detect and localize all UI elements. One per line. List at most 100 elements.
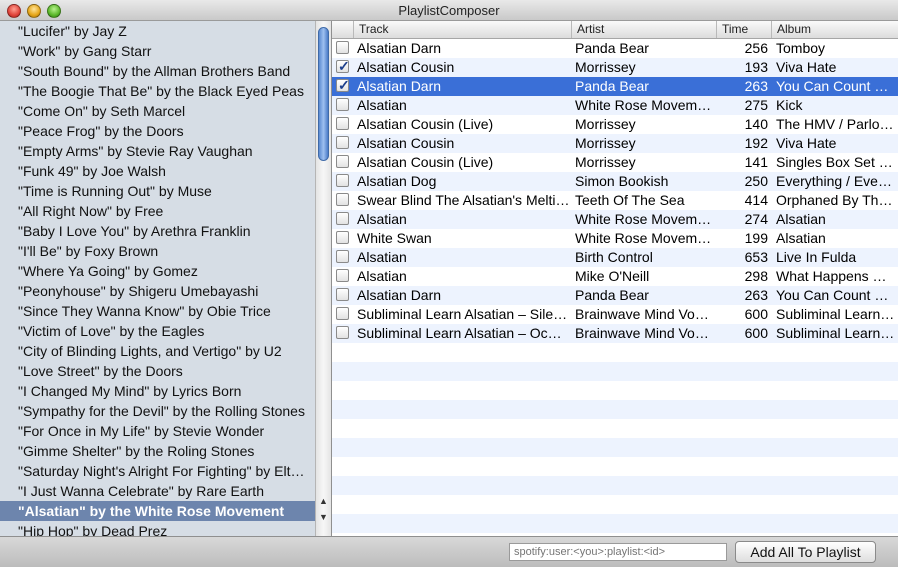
table-row[interactable]: Subliminal Learn Alsatian – Oc… Brainwave… [332,324,898,343]
cell-album: You Can Count … [776,78,889,94]
song-list-item[interactable]: "Time is Running Out" by Muse [0,181,315,201]
empty-row [332,400,898,419]
song-list-item[interactable]: "Alsatian" by the White Rose Movement [0,501,315,521]
song-list-item[interactable]: "Come On" by Seth Marcel [0,101,315,121]
song-list-item[interactable]: "Victim of Love" by the Eagles [0,321,315,341]
cell-time: 653 [744,249,768,265]
cell-album: Singles Box Set … [776,154,893,170]
cell-album: Tomboy [776,40,826,56]
column-header-time[interactable]: Time [716,21,771,38]
cell-artist: Morrissey [575,59,636,75]
song-list-item[interactable]: "I'll Be" by Foxy Brown [0,241,315,261]
playlist-uri-input[interactable] [509,543,727,561]
song-list-item[interactable]: "Since They Wanna Know" by Obie Trice [0,301,315,321]
table-row[interactable]: Alsatian Darn Panda Bear 263 You Can Count … [332,76,898,96]
cell-track: Alsatian Darn [357,78,442,94]
bottom-bar: Add All To Playlist [0,536,898,567]
song-list-item[interactable]: "City of Blinding Lights, and Vertigo" b… [0,341,315,361]
track-checkbox[interactable] [336,212,349,225]
track-checkbox[interactable] [336,174,349,187]
song-list-item[interactable]: "All Right Now" by Free [0,201,315,221]
cell-album: Viva Hate [776,135,837,151]
song-list-item[interactable]: "Lucifer" by Jay Z [0,21,315,41]
column-header-artist[interactable]: Artist [571,21,716,38]
song-list-item[interactable]: "Hip Hop" by Dead Prez [0,521,315,536]
cell-artist: Morrissey [575,135,636,151]
song-list-item[interactable]: "Sympathy for the Devil" by the Rolling … [0,401,315,421]
cell-time: 256 [744,40,768,56]
cell-track: Alsatian [357,211,407,227]
song-list-item[interactable]: "Empty Arms" by Stevie Ray Vaughan [0,141,315,161]
track-checkbox[interactable] [336,76,350,95]
cell-artist: Brainwave Mind Vo… [575,306,709,322]
song-list-item[interactable]: "Where Ya Going" by Gomez [0,261,315,281]
track-checkbox[interactable] [336,117,349,130]
cell-time: 199 [744,230,768,246]
track-checkbox[interactable] [336,193,349,206]
cell-track: Subliminal Learn Alsatian – Oc… [357,325,562,341]
song-list-item[interactable]: "I Changed My Mind" by Lyrics Born [0,381,315,401]
track-checkbox[interactable] [336,41,349,54]
empty-row [332,495,898,514]
song-list-item[interactable]: "Saturday Night's Alright For Fighting" … [0,461,315,481]
song-list-item[interactable]: "Love Street" by the Doors [0,361,315,381]
track-checkbox[interactable] [336,57,350,76]
track-checkbox[interactable] [336,155,349,168]
column-header-track[interactable]: Track [353,21,571,38]
cell-album: What Happens N… [776,268,896,284]
scroll-up-arrow-icon[interactable]: ▲ [316,494,331,508]
table-row[interactable]: Alsatian White Rose Movement 274 Alsatian [332,210,898,229]
song-list-scrollbar[interactable]: ▲ ▼ [315,21,331,536]
song-list-item[interactable]: "The Boogie That Be" by the Black Eyed P… [0,81,315,101]
cell-artist: Birth Control [575,249,653,265]
cell-track: Alsatian Darn [357,40,442,56]
song-list-item[interactable]: "Peonyhouse" by Shigeru Umebayashi [0,281,315,301]
track-checkbox[interactable] [336,231,349,244]
track-checkbox[interactable] [336,136,349,149]
column-header-checkbox[interactable] [332,21,353,38]
song-list-item[interactable]: "South Bound" by the Allman Brothers Ban… [0,61,315,81]
song-list-item[interactable]: "Funk 49" by Joe Walsh [0,161,315,181]
cell-track: Alsatian [357,249,407,265]
cell-time: 263 [744,78,768,94]
song-list-item[interactable]: "For Once in My Life" by Stevie Wonder [0,421,315,441]
table-row[interactable]: Alsatian Dog Simon Bookish 250 Everything /… [332,172,898,191]
table-row[interactable]: Alsatian Mike O'Neill 298 What Happens N… [332,267,898,286]
song-list-item[interactable]: "Peace Frog" by the Doors [0,121,315,141]
track-checkbox[interactable] [336,250,349,263]
table-row[interactable]: Swear Blind The Alsatian's Melting Teeth … [332,191,898,210]
cell-time: 263 [744,287,768,303]
column-header-album[interactable]: Album [771,21,898,38]
track-checkbox[interactable] [336,288,349,301]
track-checkbox[interactable] [336,269,349,282]
song-list-item[interactable]: "Gimme Shelter" by the Roling Stones [0,441,315,461]
cell-artist: Mike O'Neill [575,268,650,284]
track-checkbox[interactable] [336,98,349,111]
table-row[interactable]: Subliminal Learn Alsatian – Sile… Brainwa… [332,305,898,324]
table-row[interactable]: Alsatian Darn Panda Bear 263 You Can Count … [332,286,898,305]
scrollbar-thumb[interactable] [318,27,329,161]
track-checkbox[interactable] [336,326,349,339]
app-window: PlaylistComposer "Lucifer" by Jay Z "Work… [0,0,898,567]
cell-track: White Swan [357,230,432,246]
scroll-down-arrow-icon[interactable]: ▼ [316,510,331,524]
table-row[interactable]: Alsatian Cousin Morrissey 192 Viva Hate [332,134,898,153]
cell-track: Subliminal Learn Alsatian – Sile… [357,306,568,322]
song-list-item[interactable]: "I Just Wanna Celebrate" by Rare Earth [0,481,315,501]
cell-artist: Teeth Of The Sea [575,192,685,208]
cell-time: 600 [744,306,768,322]
song-list-item[interactable]: "Baby I Love You" by Arethra Franklin [0,221,315,241]
table-row[interactable]: White Swan White Rose Movement 199 Alsatian [332,229,898,248]
track-checkbox[interactable] [336,307,349,320]
song-list-panel: "Lucifer" by Jay Z "Work" by Gang Starr "S… [0,21,332,536]
table-row[interactable]: Alsatian Cousin (Live) Morrissey 140 The HM… [332,115,898,134]
table-row[interactable]: Alsatian Cousin (Live) Morrissey 141 Single… [332,153,898,172]
table-row[interactable]: Alsatian Cousin Morrissey 193 Viva Hate [332,57,898,77]
add-all-to-playlist-button[interactable]: Add All To Playlist [735,541,876,563]
table-row[interactable]: Alsatian Darn Panda Bear 256 Tomboy [332,39,898,58]
table-row[interactable]: Alsatian White Rose Movement 275 Kick [332,96,898,115]
cell-time: 600 [744,325,768,341]
cell-artist: Panda Bear [575,287,649,303]
song-list-item[interactable]: "Work" by Gang Starr [0,41,315,61]
table-row[interactable]: Alsatian Birth Control 653 Live In Fulda [332,248,898,267]
